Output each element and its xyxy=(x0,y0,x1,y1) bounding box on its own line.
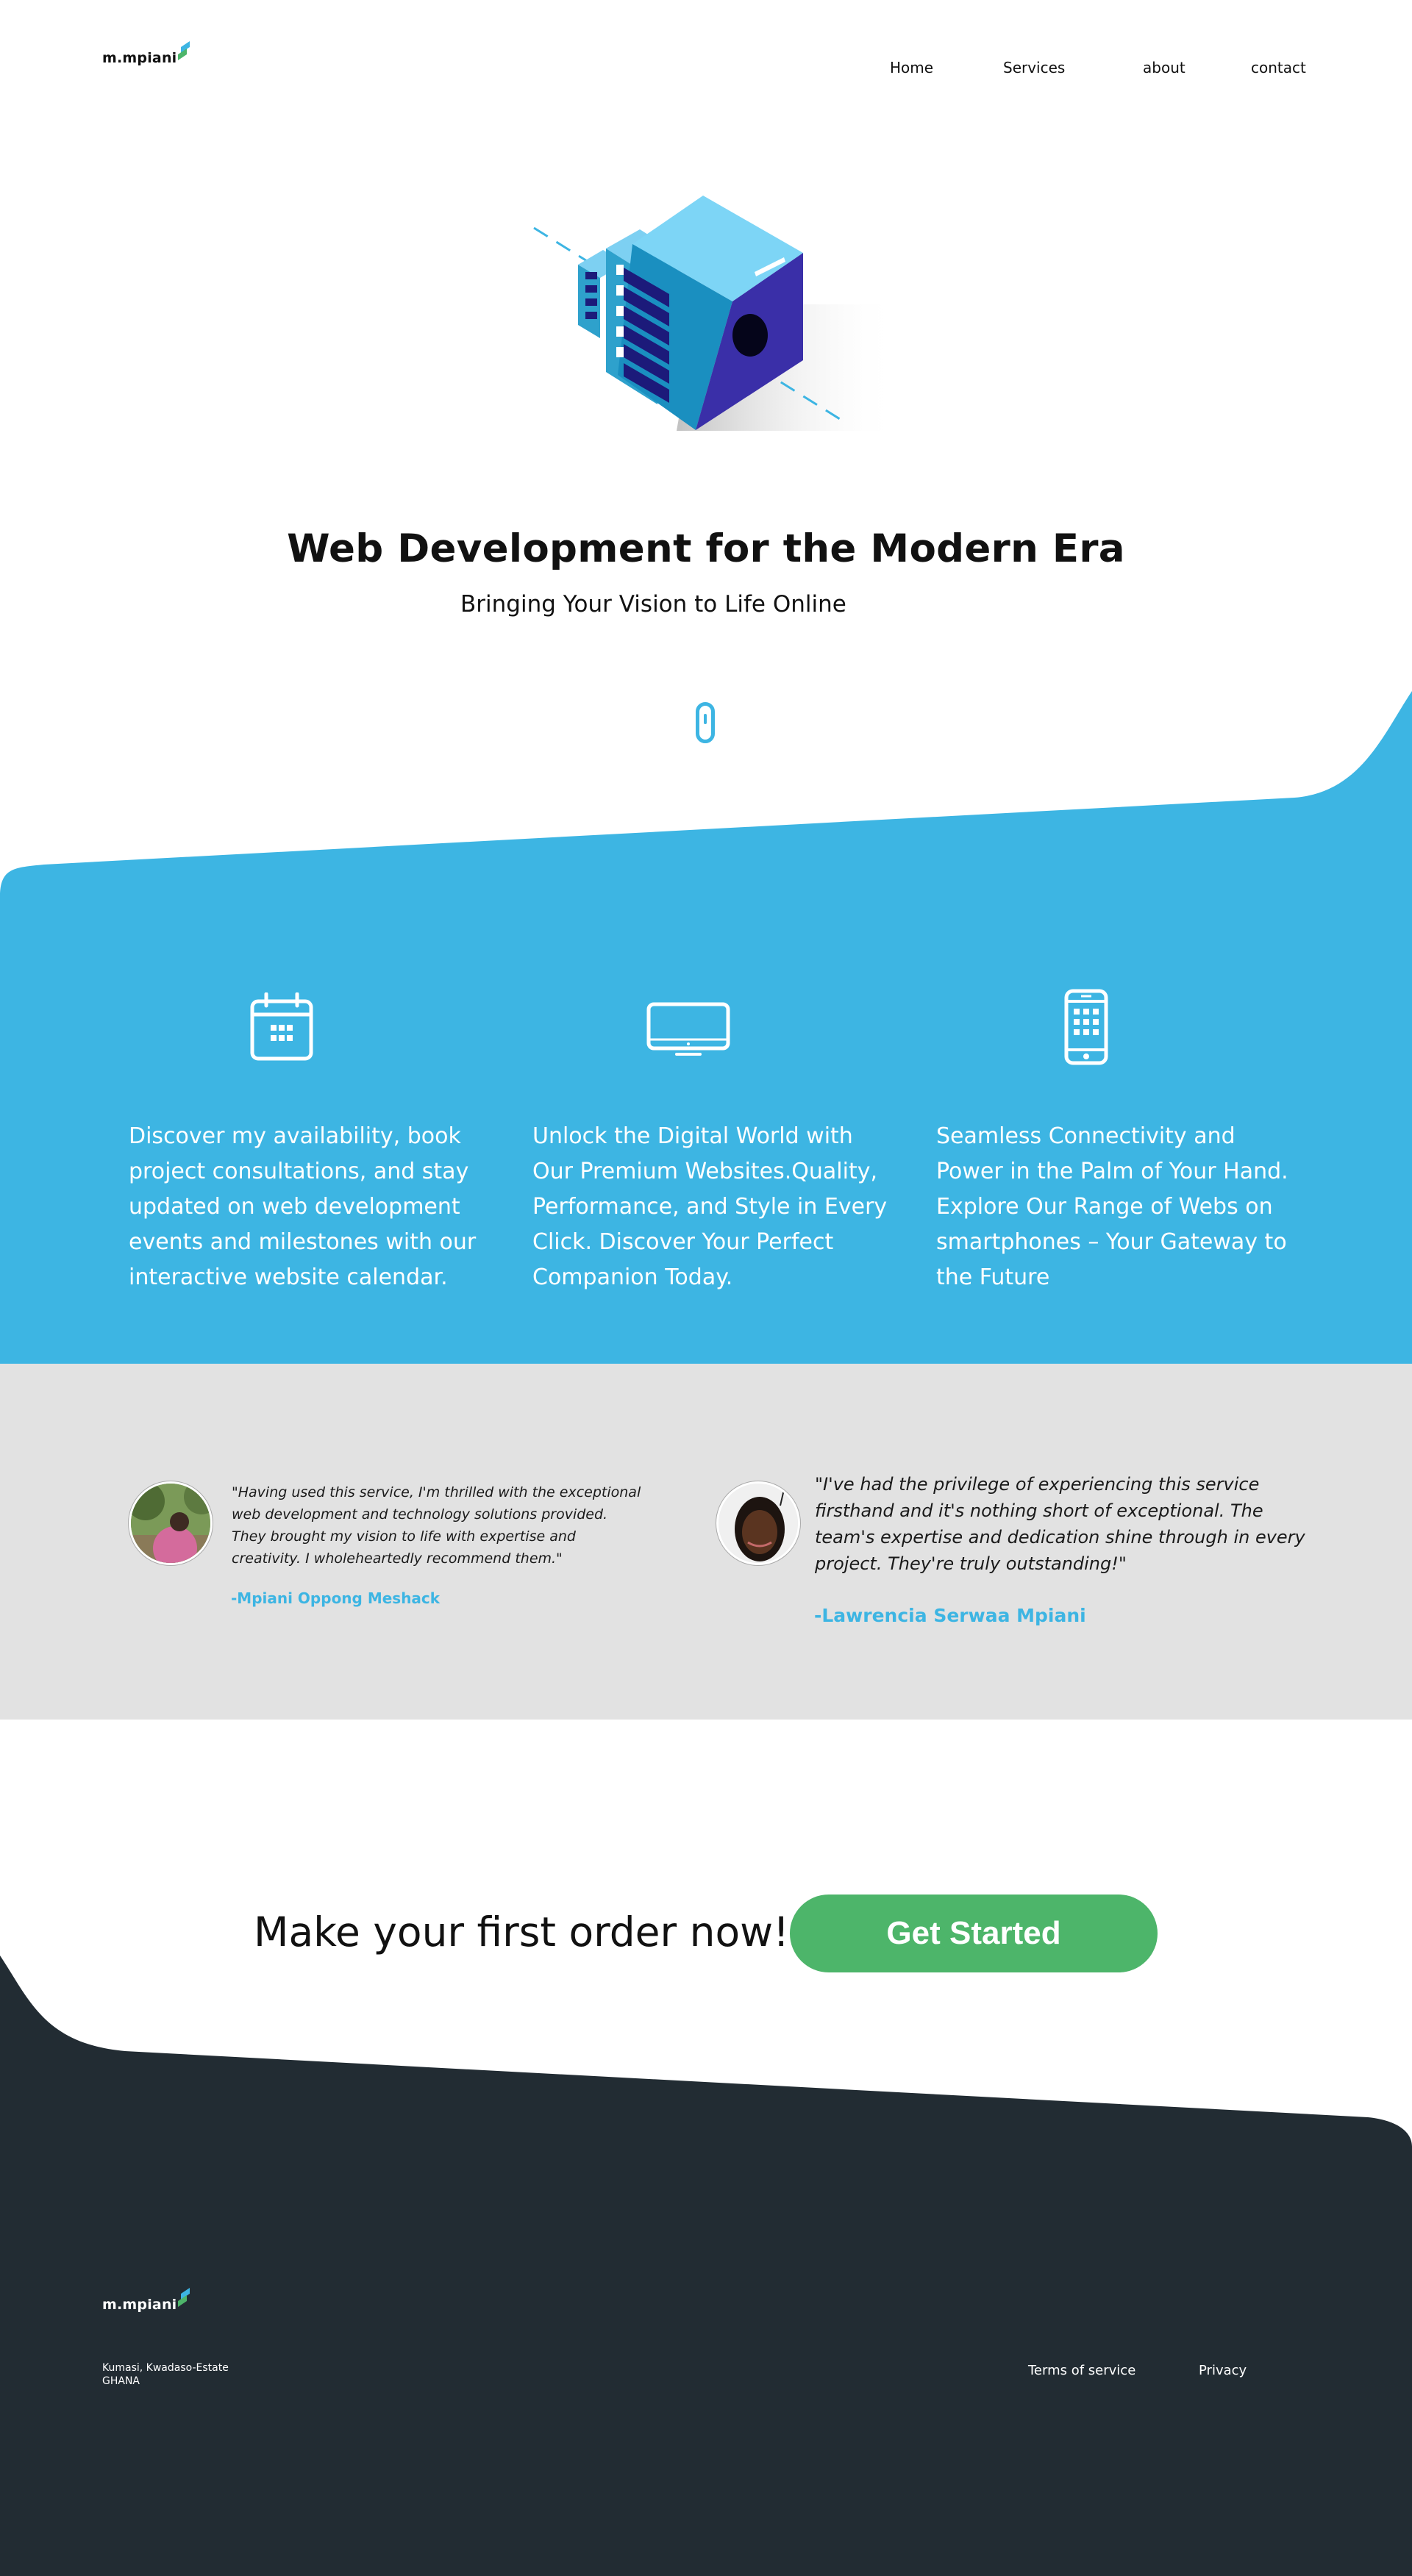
hero-title: Web Development for the Modern Era xyxy=(287,526,1125,571)
feature-text-smartphones: Seamless Connectivity and Power in the P… xyxy=(936,1123,1288,1290)
avatar-meshack-image xyxy=(131,1484,210,1563)
avatar-meshack xyxy=(129,1481,213,1565)
footer-logo-mark-icon xyxy=(178,2288,190,2307)
smartphone-icon xyxy=(1064,989,1108,1065)
hero-subtitle: Bringing Your Vision to Life Online xyxy=(460,591,846,618)
testimonial-author-1: -Mpiani Oppong Meshack xyxy=(231,1589,441,1607)
monitor-icon xyxy=(646,1002,730,1056)
footer-privacy-link[interactable]: Privacy xyxy=(1199,2363,1247,2378)
nav-contact[interactable]: contact xyxy=(1251,59,1306,76)
avatar-lawrencia xyxy=(716,1481,800,1565)
testimonial-author-2: -Lawrencia Serwaa Mpiani xyxy=(814,1605,1086,1626)
dark-footer-band xyxy=(0,1956,1412,2576)
nav-services[interactable]: Services xyxy=(1003,59,1065,76)
nav-about[interactable]: about xyxy=(1143,59,1185,76)
mouse-scroll-icon[interactable] xyxy=(696,702,715,743)
cta-text: Make your first order now! xyxy=(254,1908,790,1956)
calendar-icon xyxy=(250,992,313,1061)
testimonial-quote-2: "I've had the privilege of experiencing … xyxy=(815,1474,1305,1574)
isometric-server-cube-icon xyxy=(533,196,897,431)
nav-home[interactable]: Home xyxy=(890,59,933,76)
brand-logo[interactable]: m.mpiani xyxy=(102,41,190,66)
get-started-button[interactable]: Get Started xyxy=(790,1895,1158,1972)
brand-name: m.mpiani xyxy=(102,50,177,66)
footer-brand-logo[interactable]: m.mpiani xyxy=(102,2288,190,2313)
avatar-lawrencia-image xyxy=(719,1484,798,1563)
footer-terms-link[interactable]: Terms of service xyxy=(1028,2363,1135,2378)
testimonial-quote-1: "Having used this service, I'm thrilled … xyxy=(232,1484,641,1567)
feature-text-calendar: Discover my availability, book project c… xyxy=(129,1123,477,1290)
footer-address-line1: Kumasi, Kwadaso-Estate xyxy=(102,2362,229,2374)
feature-text-websites: Unlock the Digital World with Our Premiu… xyxy=(532,1123,888,1290)
footer-brand-name: m.mpiani xyxy=(102,2297,177,2313)
footer-address-line2: GHANA xyxy=(102,2375,140,2387)
logo-mark-icon xyxy=(178,41,190,60)
testimonials-section: "Having used this service, I'm thrilled … xyxy=(0,1364,1412,1720)
